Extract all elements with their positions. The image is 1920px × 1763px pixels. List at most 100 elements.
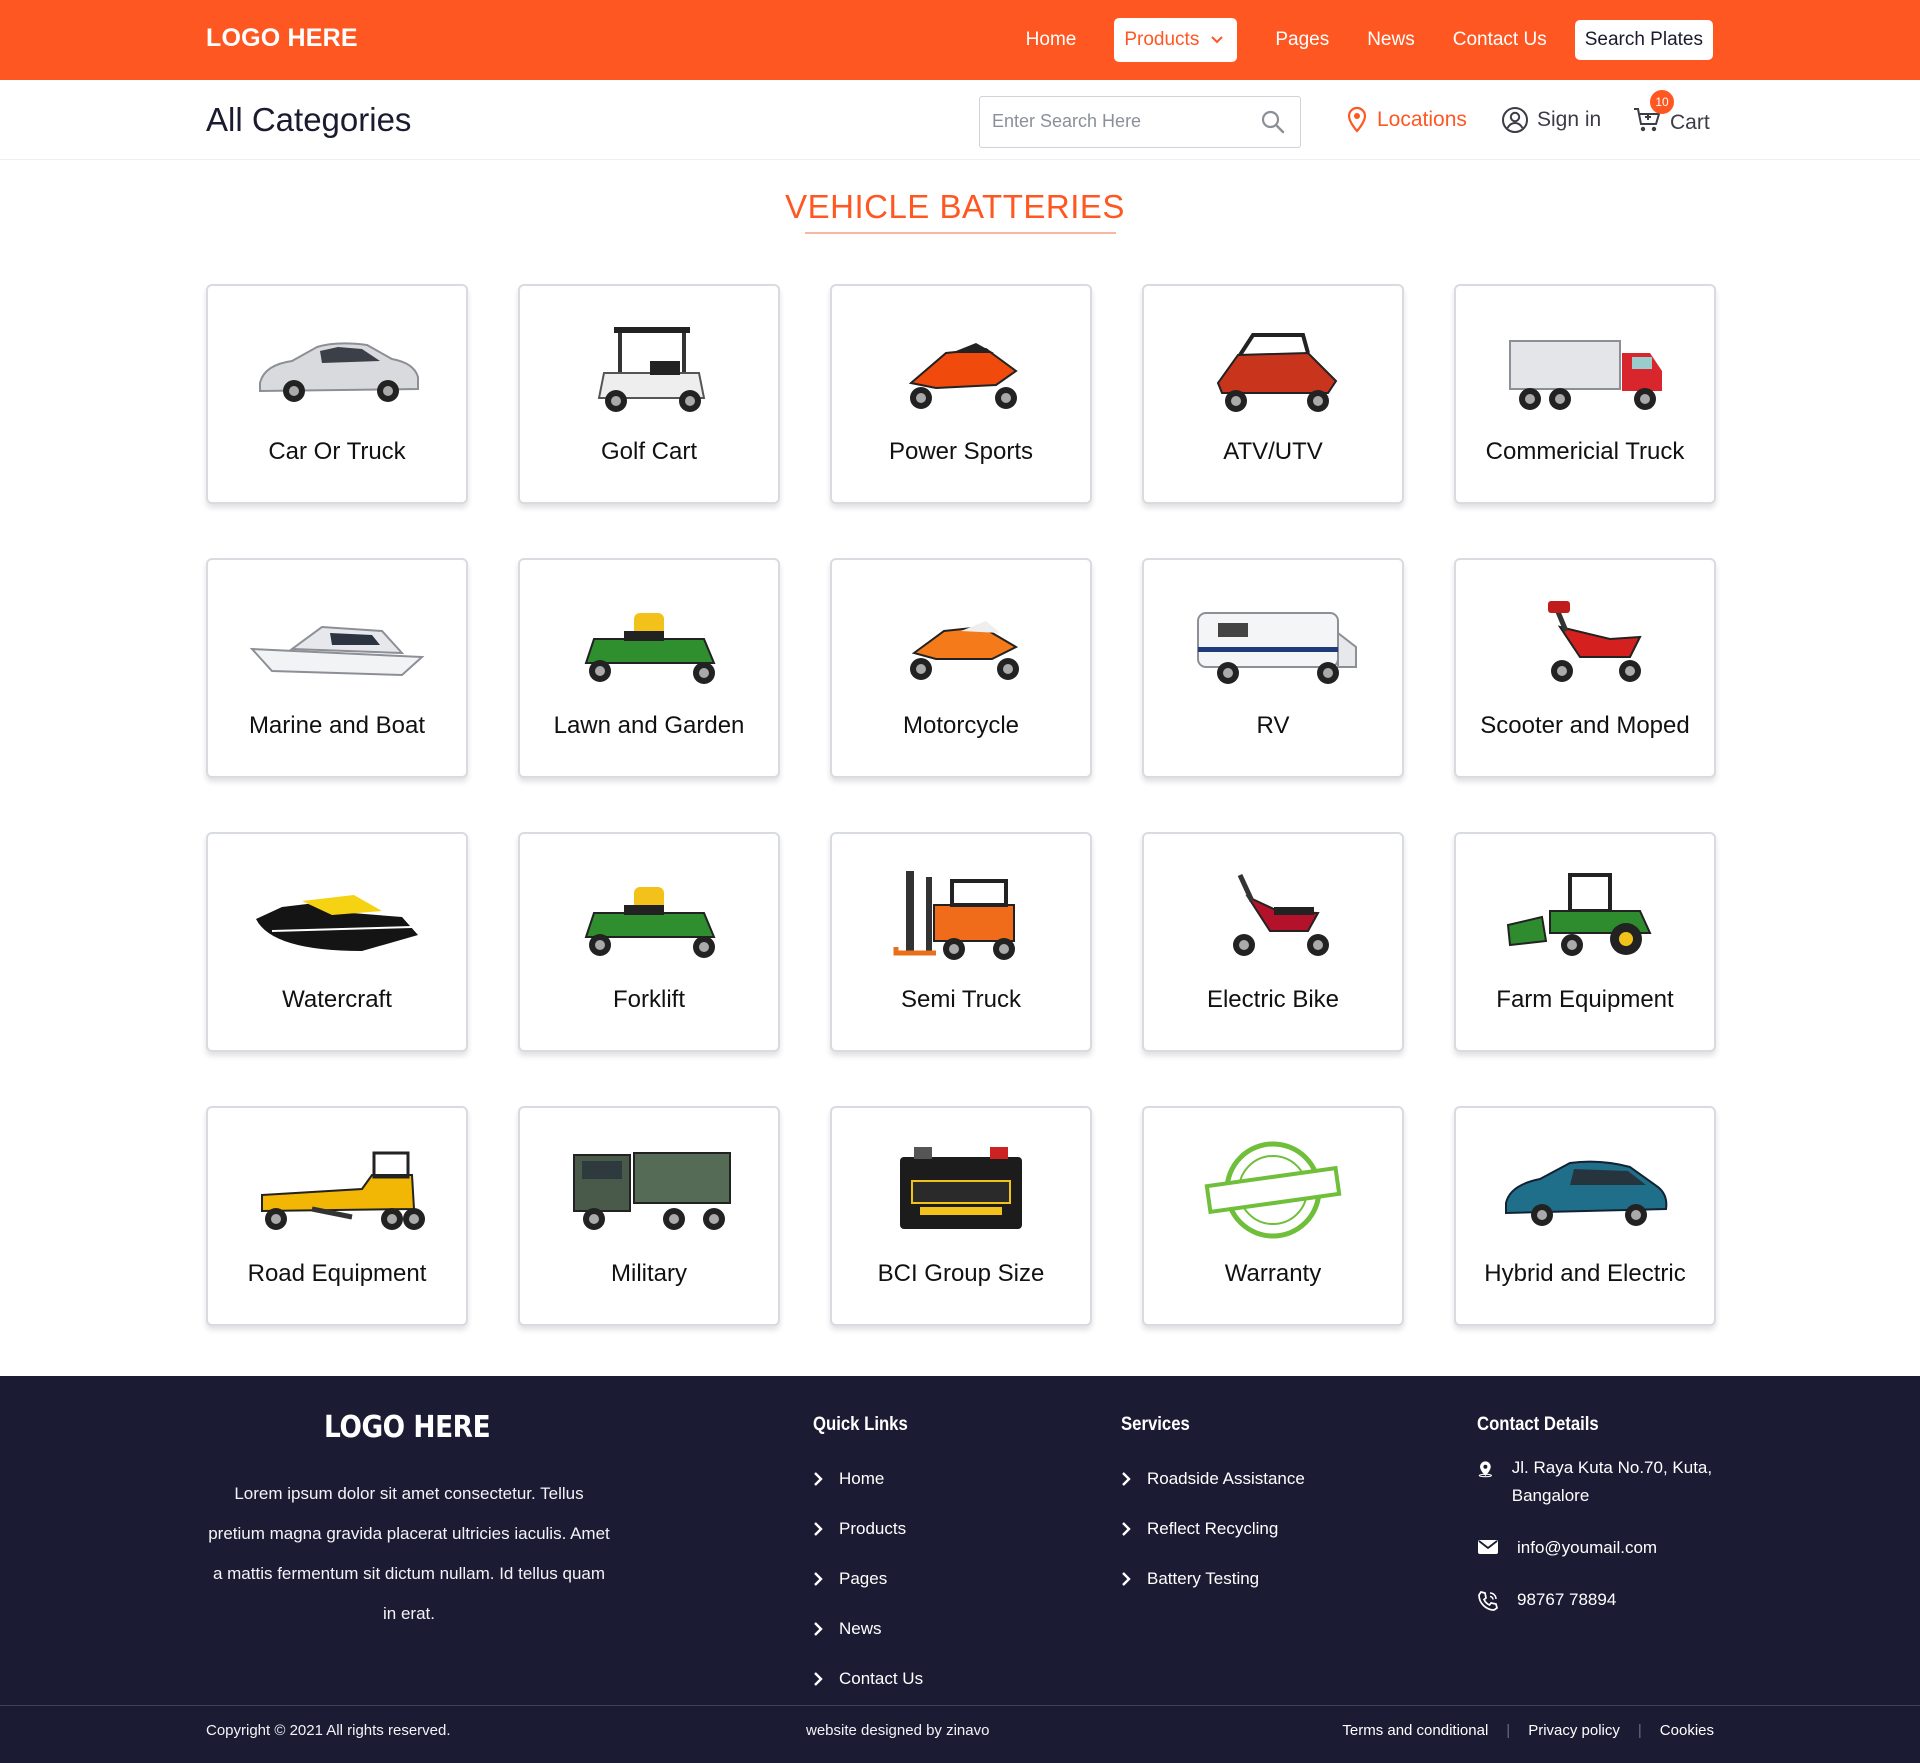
services-list: Roadside Assistance Reflect Recycling Batt… (1121, 1454, 1305, 1604)
quick-link-label: Pages (839, 1569, 888, 1588)
category-card[interactable]: BCI Group Size (830, 1106, 1092, 1326)
nav-home[interactable]: Home (1026, 29, 1077, 51)
category-image (1144, 582, 1402, 692)
category-card[interactable]: ATV/UTV (1142, 284, 1404, 504)
forklift-icon (893, 871, 1015, 960)
privacy-link[interactable]: Privacy policy (1528, 1722, 1620, 1739)
category-image (520, 308, 778, 418)
footer-logo[interactable]: LOGO HERE (324, 1410, 491, 1445)
contact-column: Contact Details Jl. Raya Kuta No.70, Kut… (1477, 1414, 1727, 1638)
chevron-right-icon (1122, 1572, 1131, 1586)
category-card[interactable]: Hybrid and Electric (1454, 1106, 1716, 1326)
quick-link[interactable]: Products (813, 1504, 923, 1554)
cart-count-badge: 10 (1650, 90, 1674, 114)
category-card[interactable]: Road Equipment (206, 1106, 468, 1326)
search-input[interactable] (992, 111, 1242, 132)
category-label: Scooter and Moped (1480, 712, 1690, 739)
category-image (208, 1130, 466, 1240)
logo[interactable]: LOGO HERE (206, 24, 358, 53)
category-card[interactable]: Military (518, 1106, 780, 1326)
category-grid: Car Or Truck Golf Cart Power Sports ATV/UTV… (206, 284, 1716, 1326)
category-card[interactable]: Power Sports (830, 284, 1092, 504)
quick-link[interactable]: News (813, 1604, 923, 1654)
category-label: Golf Cart (600, 438, 698, 465)
quick-links-column: Quick Links Home Products Pages News Contact… (813, 1414, 923, 1704)
quick-link[interactable]: Pages (813, 1554, 923, 1604)
category-label: Military (611, 1260, 687, 1287)
locations-label: Locations (1377, 108, 1467, 131)
warranty-stamp-icon (1204, 1141, 1342, 1239)
category-card[interactable]: Lawn and Garden (518, 558, 780, 778)
service-link[interactable]: Reflect Recycling (1121, 1504, 1305, 1554)
car-icon (259, 342, 419, 402)
category-card[interactable]: Scooter and Moped (1454, 558, 1716, 778)
designer-credit[interactable]: website designed by zinavo (806, 1722, 989, 1739)
category-image (1456, 582, 1714, 692)
service-link[interactable]: Battery Testing (1121, 1554, 1305, 1604)
search-plates-button[interactable]: Search Plates (1574, 20, 1713, 60)
tractor-icon (1506, 873, 1652, 956)
mower-icon (584, 887, 716, 958)
service-link[interactable]: Roadside Assistance (1121, 1454, 1305, 1504)
search-box (979, 96, 1301, 148)
chevron-right-icon (814, 1672, 823, 1686)
category-label: Car Or Truck (268, 438, 406, 465)
nav-news[interactable]: News (1367, 29, 1415, 51)
sub-header: All Categories Locations Sign in 10 Cart (0, 80, 1920, 160)
category-card[interactable]: Watercraft (206, 832, 468, 1052)
category-label: Hybrid and Electric (1484, 1260, 1686, 1287)
category-card[interactable]: Marine and Boat (206, 558, 468, 778)
chevron-right-icon (814, 1522, 823, 1536)
category-card[interactable]: Golf Cart (518, 284, 780, 504)
category-image (832, 582, 1090, 692)
category-card[interactable]: Electric Bike (1142, 832, 1404, 1052)
category-card[interactable]: Car Or Truck (206, 284, 468, 504)
category-image (1456, 308, 1714, 418)
sport-bike-icon (908, 343, 1018, 409)
nav-contact[interactable]: Contact Us (1453, 29, 1547, 51)
hybrid-car-icon (1505, 1160, 1668, 1226)
category-image (1144, 1130, 1402, 1240)
location-pin-icon (1347, 106, 1367, 133)
category-card[interactable]: Motorcycle (830, 558, 1092, 778)
category-card[interactable]: Farm Equipment (1454, 832, 1716, 1052)
nav-pages[interactable]: Pages (1275, 29, 1329, 51)
section-title-underline (805, 232, 1116, 234)
contact-heading: Contact Details (1477, 1414, 1599, 1435)
service-link-label: Battery Testing (1147, 1569, 1260, 1588)
nav-products[interactable]: Products (1114, 18, 1238, 62)
chevron-right-icon (1122, 1522, 1131, 1536)
locations-link[interactable]: Locations (1345, 106, 1467, 134)
category-card[interactable]: Commericial Truck (1454, 284, 1716, 504)
quick-link[interactable]: Home (813, 1454, 923, 1504)
grader-icon (261, 1151, 425, 1230)
cookies-link[interactable]: Cookies (1660, 1722, 1714, 1739)
motorcycle-icon (910, 621, 1019, 680)
quick-link[interactable]: Contact Us (813, 1654, 923, 1704)
category-image (520, 582, 778, 692)
category-label: Electric Bike (1206, 986, 1340, 1013)
box-truck-icon (1509, 340, 1662, 410)
category-card[interactable]: Forklift (518, 832, 780, 1052)
yacht-icon (249, 625, 425, 677)
golf-cart-icon (597, 327, 706, 412)
category-label: Watercraft (282, 986, 392, 1013)
services-column: Services Roadside Assistance Reflect Recy… (1121, 1414, 1305, 1604)
cart-link[interactable]: 10 Cart (1632, 90, 1710, 140)
search-icon[interactable] (1260, 109, 1286, 135)
chevron-right-icon (814, 1572, 823, 1586)
email-item[interactable]: info@youmail.com (1477, 1534, 1727, 1562)
category-card[interactable]: Warranty (1142, 1106, 1404, 1326)
category-label: Warranty (1224, 1260, 1322, 1287)
category-label: Lawn and Garden (553, 712, 745, 739)
terms-link[interactable]: Terms and conditional (1342, 1722, 1488, 1739)
quick-link-label: Home (839, 1469, 885, 1488)
sign-in-link[interactable]: Sign in (1501, 106, 1601, 134)
mail-icon (1478, 1540, 1498, 1554)
category-card[interactable]: RV (1142, 558, 1404, 778)
category-card[interactable]: Semi Truck (830, 832, 1092, 1052)
phone-item[interactable]: 98767 78894 (1477, 1586, 1727, 1614)
main-nav: Home Products Pages News Contact Us Sear… (988, 18, 1713, 62)
chevron-right-icon (814, 1472, 823, 1486)
cart-icon-wrap: 10 (1632, 90, 1674, 140)
